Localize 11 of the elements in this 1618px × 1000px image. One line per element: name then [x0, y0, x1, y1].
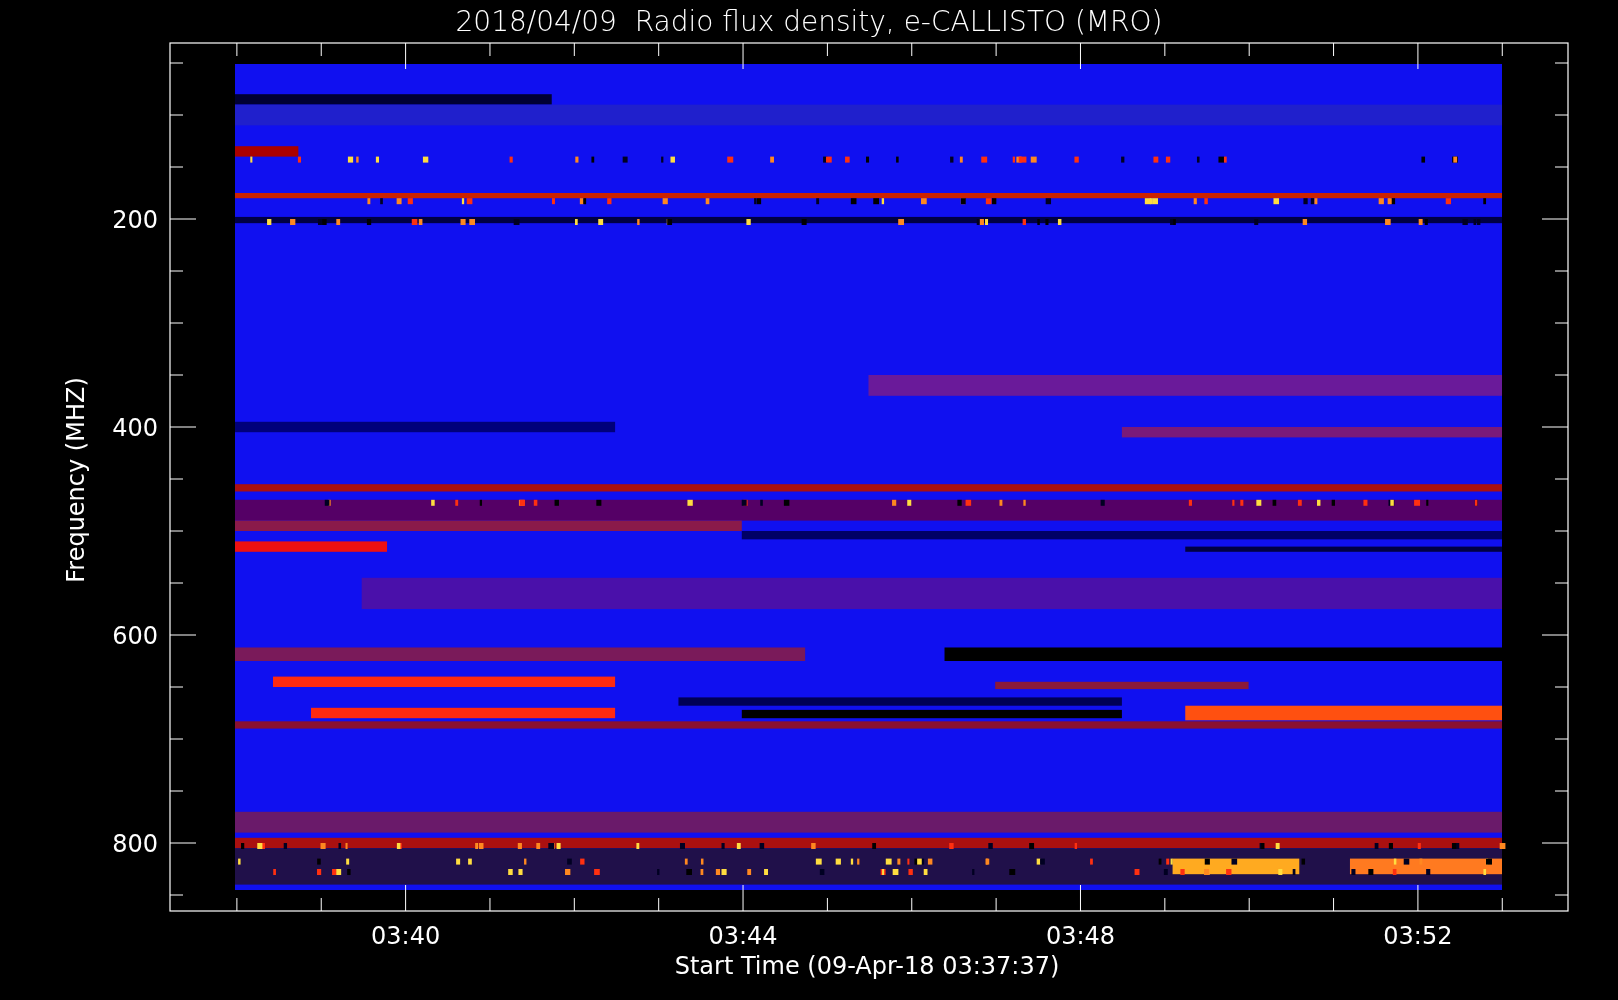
x-tick-label: 03:52	[1383, 922, 1453, 950]
chart-title: 2018/04/09 Radio flux density, e-CALLISTO (MRO)	[455, 5, 1163, 38]
y-tick-label: 800	[112, 830, 158, 858]
y-axis-label: Frequency (MHZ)	[62, 377, 90, 583]
y-tick-label: 400	[112, 414, 158, 442]
x-tick-label: 03:44	[708, 922, 778, 950]
y-tick-label: 600	[112, 622, 158, 650]
x-tick-label: 03:48	[1045, 922, 1116, 950]
y-tick-label: 200	[112, 206, 158, 234]
x-tick-label: 03:40	[371, 922, 441, 950]
x-axis-label: Start Time (09-Apr-18 03:37:37)	[674, 952, 1060, 980]
